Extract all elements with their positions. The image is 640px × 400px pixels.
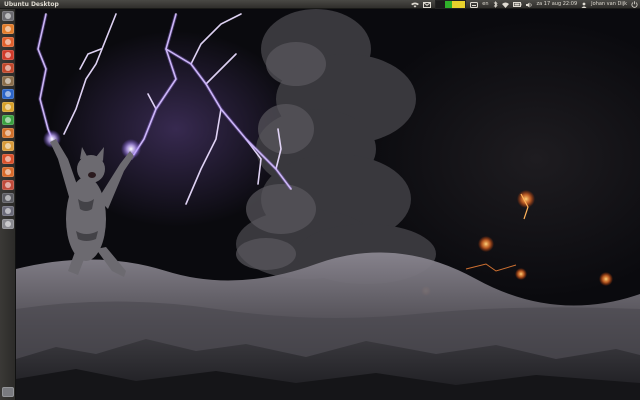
dash-home-icon-glyph <box>4 13 11 19</box>
email-icon-glyph <box>4 104 11 110</box>
document-icon[interactable] <box>1 141 14 151</box>
apps-grid-icon[interactable] <box>1 76 14 86</box>
network-icon[interactable] <box>411 2 420 8</box>
browser-icon[interactable] <box>1 50 14 60</box>
terminal-icon-glyph <box>4 208 11 214</box>
video-icon-glyph <box>4 195 11 201</box>
user-name[interactable]: Johan van Dijk <box>591 0 627 9</box>
battery-icon[interactable] <box>512 2 522 7</box>
user-icon[interactable] <box>581 2 587 8</box>
calc-icon-glyph <box>4 117 11 123</box>
settings-icon[interactable] <box>1 180 14 190</box>
dash-home-icon[interactable] <box>1 11 14 21</box>
impress-icon[interactable] <box>1 128 14 138</box>
power-icon[interactable] <box>631 1 638 8</box>
impress-icon-glyph <box>4 130 11 136</box>
writer-icon[interactable] <box>1 89 14 99</box>
clock[interactable]: za 17 aug 22:09 <box>537 0 578 9</box>
writer-icon-glyph <box>4 91 11 97</box>
system-monitor-cpu <box>436 1 446 8</box>
settings-icon-glyph <box>4 182 11 188</box>
desktop[interactable] <box>16 9 640 400</box>
app-icon-glyph <box>4 65 11 71</box>
email-icon[interactable] <box>1 102 14 112</box>
trash-icon[interactable] <box>2 387 14 397</box>
language-indicator[interactable]: en <box>482 0 488 9</box>
music-icon[interactable] <box>1 154 14 164</box>
system-monitor-mem <box>445 1 453 8</box>
video-icon[interactable] <box>1 193 14 203</box>
document-icon-glyph <box>4 143 11 149</box>
music-icon-glyph <box>4 156 11 162</box>
browser-icon-glyph <box>4 52 11 58</box>
calc-icon[interactable] <box>1 115 14 125</box>
volume-icon[interactable] <box>525 2 533 8</box>
drive-icon[interactable] <box>1 219 14 229</box>
desktop-wallpaper <box>16 9 640 400</box>
system-monitor-net <box>452 1 466 8</box>
top-panel: Ubuntu Desktop en za 17 aug 22:09 Johan … <box>0 0 640 9</box>
bluetooth-icon[interactable] <box>493 1 498 8</box>
software-center-icon-glyph <box>4 169 11 175</box>
wifi-icon[interactable] <box>501 2 509 8</box>
app-icon[interactable] <box>1 63 14 73</box>
files-icon-glyph <box>4 26 11 32</box>
files-icon[interactable] <box>1 24 14 34</box>
apps-grid-icon-glyph <box>4 78 11 84</box>
launcher <box>0 9 16 400</box>
firefox-icon[interactable] <box>1 37 14 47</box>
mail-icon[interactable] <box>423 1 432 8</box>
window-title: Ubuntu Desktop <box>4 1 59 8</box>
keyboard-icon[interactable] <box>470 1 479 8</box>
drive-icon-glyph <box>4 221 11 227</box>
system-monitor[interactable] <box>435 0 467 9</box>
software-center-icon[interactable] <box>1 167 14 177</box>
firefox-icon-glyph <box>4 39 11 45</box>
terminal-icon[interactable] <box>1 206 14 216</box>
indicator-area: en za 17 aug 22:09 Johan van Dijk <box>411 0 638 9</box>
